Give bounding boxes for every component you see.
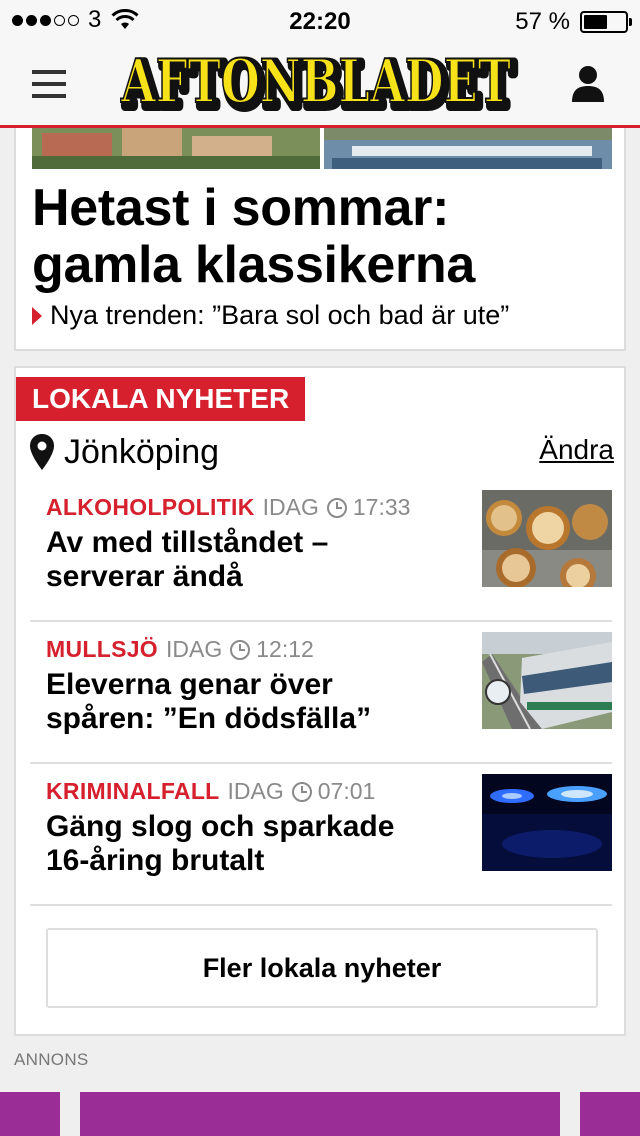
news-thumbnail: [482, 490, 612, 587]
location-pin-icon: [30, 434, 54, 470]
clock-icon: [230, 639, 251, 660]
news-time: 12:12: [256, 636, 314, 662]
news-thumbnail: [482, 632, 612, 729]
news-day: IDAG: [262, 494, 319, 520]
news-title[interactable]: Eleverna genar över spåren: ”En dödsfäll…: [46, 668, 446, 736]
news-day: IDAG: [166, 636, 223, 662]
battery-fill: [584, 15, 607, 29]
news-title[interactable]: Av med tillståndet – serverar ändå: [46, 526, 446, 594]
user-icon[interactable]: [570, 64, 606, 104]
local-news-card: LOKALA NYHETER Jönköping Ändra ALKOHOLPO…: [14, 366, 626, 1036]
news-item[interactable]: MULLSJÖ IDAG 12:12 Eleverna genar över s…: [30, 622, 612, 764]
news-thumbnail: [482, 774, 612, 871]
news-title[interactable]: Gäng slog och sparkade 16-åring brutalt: [46, 810, 446, 878]
news-day: IDAG: [227, 778, 284, 804]
subline-text: Nya trenden: ”Bara sol och bad är ute”: [50, 300, 510, 330]
news-meta: KRIMINALFALL IDAG 07:01: [46, 778, 375, 805]
news-item[interactable]: KRIMINALFALL IDAG 07:01 Gäng slog och sp…: [30, 764, 612, 906]
app-header: AFTONBLADET AFTONBLADET: [0, 40, 640, 128]
ad-banner[interactable]: [0, 1092, 640, 1136]
arrow-right-icon: [32, 306, 42, 325]
section-tag: LOKALA NYHETER: [16, 377, 306, 421]
top-story-headline[interactable]: Hetast i sommar: gamla klassikerna: [32, 180, 592, 294]
hero-image: [32, 128, 612, 169]
ad-label: ANNONS: [14, 1050, 89, 1069]
change-location-link[interactable]: Ändra: [539, 434, 614, 466]
status-bar: 3 22:20 57 %: [0, 0, 640, 40]
location-name: Jönköping: [64, 432, 220, 471]
clock-icon: [291, 781, 312, 802]
news-item[interactable]: ALKOHOLPOLITIK IDAG 17:33 Av med tillstå…: [30, 480, 612, 622]
location-row: Jönköping Ändra: [30, 430, 614, 474]
news-category: KRIMINALFALL: [46, 778, 220, 804]
news-time: 17:33: [352, 494, 411, 520]
battery-group: 57 %: [515, 8, 632, 36]
battery-icon: [580, 11, 632, 33]
news-time: 07:01: [317, 778, 376, 804]
top-story-subline[interactable]: Nya trenden: ”Bara sol och bad är ute”: [32, 300, 509, 331]
news-category: ALKOHOLPOLITIK: [46, 494, 255, 520]
battery-percent: 57 %: [515, 8, 570, 35]
hamburger-icon[interactable]: [32, 70, 66, 98]
top-story-card[interactable]: Hetast i sommar: gamla klassikerna Nya t…: [14, 128, 626, 351]
svg-text:AFTONBLADET: AFTONBLADET: [120, 47, 511, 117]
news-meta: MULLSJÖ IDAG 12:12: [46, 636, 314, 663]
news-meta: ALKOHOLPOLITIK IDAG 17:33: [46, 494, 410, 521]
more-local-news-button[interactable]: Fler lokala nyheter: [46, 928, 598, 1008]
aftonbladet-logo[interactable]: AFTONBLADET AFTONBLADET: [120, 46, 520, 118]
news-category: MULLSJÖ: [46, 636, 158, 662]
clock-icon: [326, 497, 347, 518]
